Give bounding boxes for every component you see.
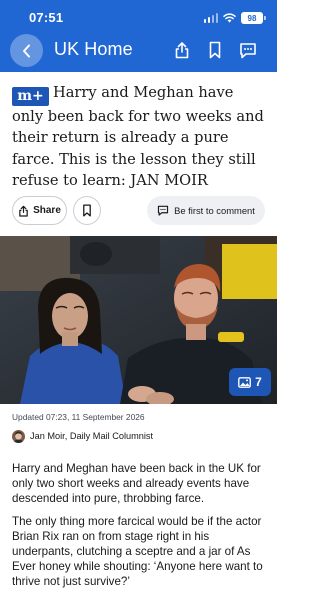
gallery-icon [238,376,252,388]
share-icon [19,205,28,217]
status-bar: 07:51 98 [0,0,277,34]
headline-text: Harry and Meghan have only been back for… [12,84,264,189]
bookmark-nav-button[interactable] [205,40,225,60]
share-label: Share [33,205,61,216]
comment-label: Be first to comment [174,205,255,216]
share-nav-button[interactable] [172,40,192,60]
bookmark-icon [209,41,221,59]
byline-row[interactable]: Jan Moir, Daily Mail Columnist [12,429,267,443]
comments-icon [240,42,256,58]
author-byline: Jan Moir, Daily Mail Columnist [30,431,154,441]
save-article-button[interactable] [73,196,101,225]
signal-icon [203,13,218,23]
bookmark-icon [83,204,91,217]
status-icons: 98 [203,11,266,25]
article-paragraph: The only thing more farcical would be if… [12,514,263,589]
app-header: 07:51 98 UK Home [0,0,277,72]
back-button[interactable] [10,34,43,67]
gallery-badge[interactable]: 7 [229,368,271,396]
article-actions: Share Be first to comment [0,196,277,226]
nav-title: UK Home [54,39,133,59]
back-arrow-icon [22,44,30,57]
article-body: Harry and Meghan have been back in the U… [12,461,270,597]
article-paragraph: Harry and Meghan have been back in the U… [12,462,261,506]
comment-icon [157,205,169,216]
gallery-count: 7 [255,375,262,389]
article-headline-block: m+ Harry and Meghan have only been back f… [12,82,268,191]
battery-icon: 98 [241,12,266,24]
article-headline: m+ Harry and Meghan have only been back f… [12,82,268,191]
nav-bar: UK Home [0,34,277,72]
article-meta: Updated 07:23, 11 September 2026 Jan Moi… [12,412,267,443]
premium-badge: m+ [12,87,49,106]
share-icon [175,42,189,59]
updated-timestamp: Updated 07:23, 11 September 2026 [12,412,145,422]
comment-button[interactable]: Be first to comment [147,196,265,225]
status-time: 07:51 [29,10,64,25]
comments-nav-button[interactable] [238,40,258,60]
author-avatar [12,429,25,443]
wifi-icon [223,13,236,23]
share-button[interactable]: Share [12,196,67,225]
